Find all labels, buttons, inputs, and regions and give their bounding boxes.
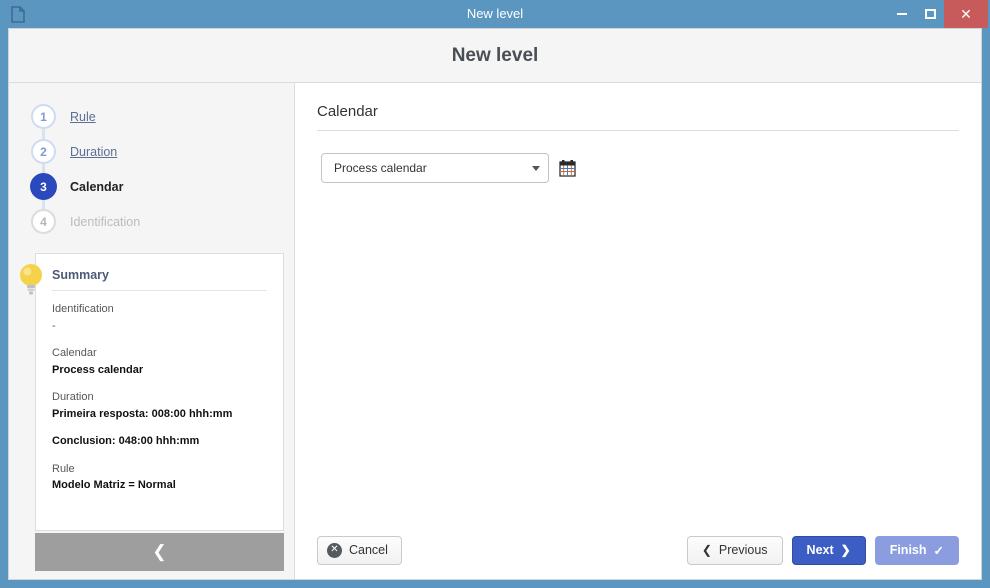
- sidebar-step-duration[interactable]: 2 Duration: [9, 134, 294, 169]
- check-icon: ✓: [933, 543, 944, 558]
- window-titlebar: New level ✕: [0, 0, 990, 28]
- summary-entry-calendar: Calendar Process calendar: [52, 345, 267, 378]
- wizard-sidebar: 1 Rule 2 Duration 3 Calendar 4 Identific…: [9, 83, 295, 579]
- cancel-button[interactable]: ✕ Cancel: [317, 535, 402, 565]
- wizard-stepper: 1 Rule 2 Duration 3 Calendar 4 Identific…: [9, 83, 294, 245]
- step-number-badge: 1: [31, 104, 56, 129]
- sidebar-step-identification: 4 Identification: [9, 204, 294, 239]
- window-title: New level: [466, 6, 524, 21]
- sidebar-collapse-button[interactable]: ❮: [35, 533, 284, 571]
- chevron-down-icon: [532, 165, 540, 171]
- cancel-button-label: Cancel: [349, 543, 388, 557]
- previous-button-label: Previous: [718, 543, 768, 557]
- next-button-label: Next: [806, 543, 834, 557]
- sidebar-step-calendar[interactable]: 3 Calendar: [9, 169, 294, 204]
- wizard-main-panel: Calendar Process calendar ✕ Cancel ❮ Pre…: [295, 83, 981, 579]
- cancel-circle-icon: ✕: [327, 542, 342, 558]
- summary-panel-wrap: Summary Identification - Calendar Proces…: [20, 253, 284, 531]
- lightbulb-icon: [18, 262, 44, 296]
- summary-value: Conclusion: 048:00 hhh:mm: [52, 435, 200, 447]
- summary-panel: Summary Identification - Calendar Proces…: [35, 253, 284, 531]
- summary-entry-duration: Duration Primeira resposta: 008:00 hhh:m…: [52, 389, 267, 422]
- maximize-icon: [924, 9, 936, 19]
- step-label[interactable]: Rule: [70, 110, 96, 124]
- summary-value: -: [52, 319, 56, 332]
- step-number-badge: 4: [31, 209, 56, 234]
- footer-actions: ❮ Previous Next ❯ Finish ✓: [686, 535, 959, 565]
- previous-button[interactable]: ❮ Previous: [686, 535, 783, 565]
- wizard-footer: ✕ Cancel ❮ Previous Next ❯ Finish ✓: [295, 521, 981, 579]
- step-number-badge: 3: [31, 174, 56, 199]
- close-icon: ✕: [960, 5, 972, 22]
- section-title: Calendar: [317, 103, 959, 131]
- chevron-left-icon: ❮: [152, 542, 167, 561]
- summary-key: Rule: [52, 462, 75, 475]
- chevron-right-icon: ❯: [840, 543, 851, 557]
- calendar-icon-button[interactable]: [559, 159, 576, 177]
- chevron-left-icon: ❮: [701, 543, 712, 557]
- summary-entry-conclusion: Conclusion: 048:00 hhh:mm: [52, 433, 267, 450]
- page-title: New level: [451, 44, 539, 66]
- summary-value: Process calendar: [52, 363, 144, 376]
- summary-key: Identification: [52, 303, 114, 315]
- maximize-button[interactable]: [916, 0, 944, 28]
- app-window: New level ✕ New level 1 Rule 2 Duration …: [0, 0, 990, 588]
- sidebar-step-rule[interactable]: 1 Rule: [9, 99, 294, 134]
- page-header: New level: [9, 29, 981, 83]
- calendar-select[interactable]: Process calendar: [321, 153, 549, 183]
- calendar-step-body: Calendar Process calendar: [295, 83, 981, 521]
- calendar-select-value: Process calendar: [334, 161, 427, 175]
- step-label: Identification: [70, 214, 141, 229]
- calendar-icon: [559, 160, 576, 177]
- summary-title: Summary: [52, 268, 267, 291]
- minimize-button[interactable]: [888, 0, 916, 28]
- window-controls: ✕: [888, 0, 990, 28]
- dialog-frame: New level 1 Rule 2 Duration 3 Calendar 4…: [8, 28, 982, 580]
- close-button[interactable]: ✕: [944, 0, 988, 28]
- step-number-badge: 2: [31, 139, 56, 164]
- finish-button[interactable]: Finish ✓: [874, 535, 959, 565]
- finish-button-label: Finish: [889, 543, 927, 557]
- calendar-field-row: Process calendar: [317, 153, 959, 183]
- summary-entry-identification: Identification -: [52, 301, 267, 334]
- summary-key: Duration: [52, 391, 94, 403]
- document-icon: [4, 0, 32, 28]
- minimize-icon: [897, 13, 907, 15]
- summary-value: Primeira resposta: 008:00 hhh:mm: [52, 407, 233, 420]
- next-button[interactable]: Next ❯: [791, 535, 866, 565]
- dialog-content: 1 Rule 2 Duration 3 Calendar 4 Identific…: [9, 83, 981, 579]
- step-label[interactable]: Duration: [70, 145, 117, 159]
- step-label: Calendar: [70, 179, 124, 194]
- summary-entry-rule: Rule Modelo Matriz = Normal: [52, 461, 267, 494]
- summary-key: Calendar: [52, 347, 97, 359]
- summary-value: Modelo Matriz = Normal: [52, 479, 176, 491]
